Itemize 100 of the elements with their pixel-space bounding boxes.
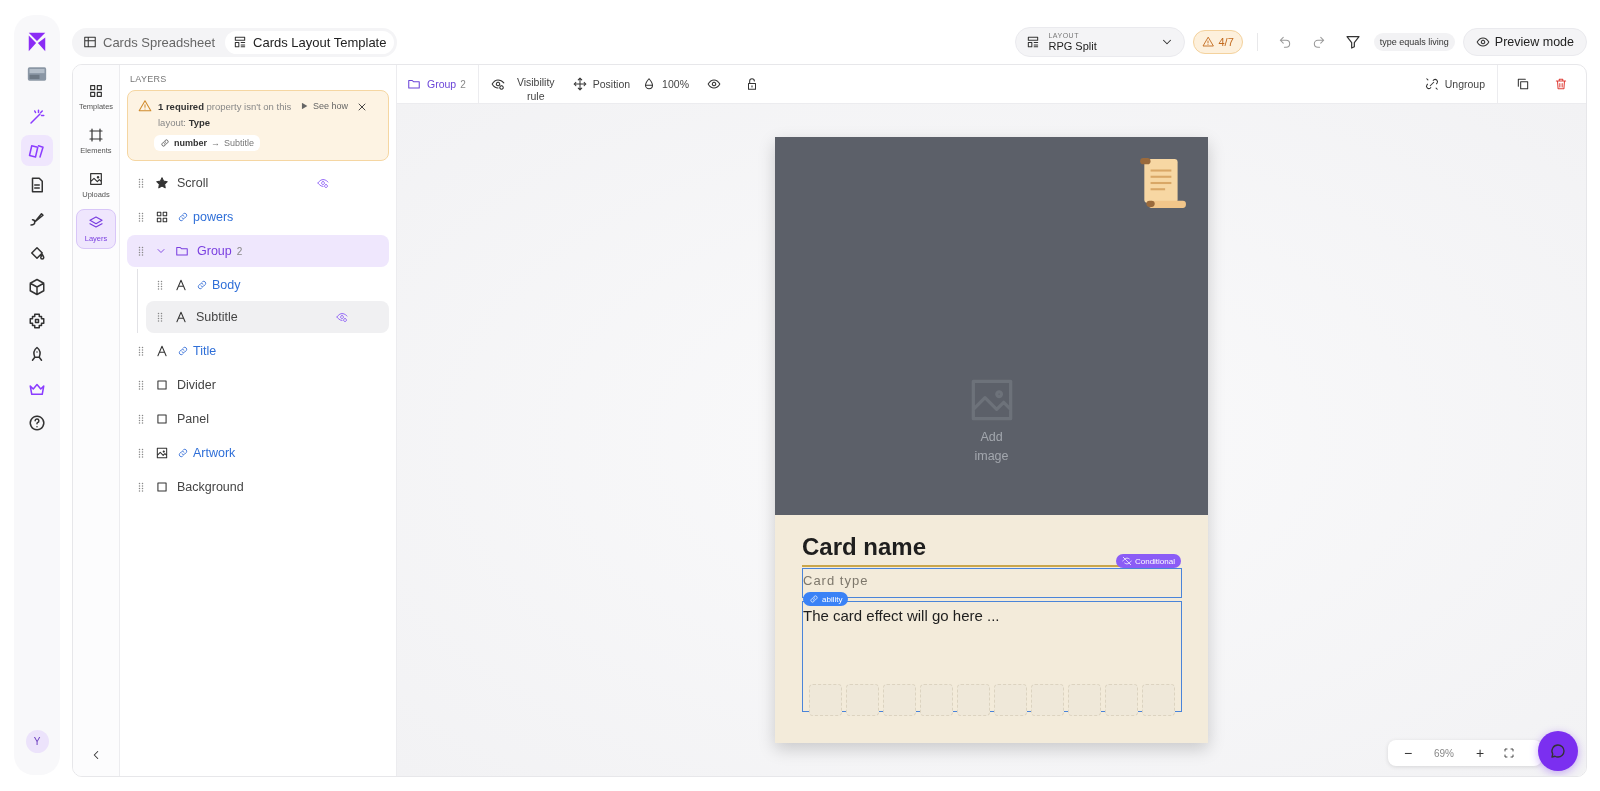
empty-slot <box>883 684 916 716</box>
layer-name: Subtitle <box>196 310 238 324</box>
file-tab[interactable]: Cards Spreadsheet <box>75 30 223 54</box>
layer-name: Title <box>193 344 217 358</box>
folder-icon <box>407 77 421 91</box>
filter-icon <box>1344 34 1361 50</box>
layer-row[interactable]: Artwork <box>127 437 389 469</box>
group-count: 2 <box>460 78 466 90</box>
layer-name: Group <box>197 244 232 258</box>
layer-name: Body <box>212 278 241 292</box>
layer-row[interactable]: Group 2 <box>127 235 389 267</box>
link-icon <box>160 138 170 148</box>
notice-text: 1 required property isn't on this layout: Type <box>158 100 293 130</box>
card-subtitle: Card type <box>803 572 869 590</box>
layer-row[interactable]: Scroll <box>127 167 389 199</box>
field-badge: ability <box>803 592 849 606</box>
user-avatar[interactable]: Y <box>25 730 49 753</box>
layer-name: Scroll <box>177 176 209 190</box>
logo-icon <box>26 31 48 53</box>
image-icon <box>88 171 104 187</box>
empty-slot <box>1031 684 1064 716</box>
zoom-out-button[interactable]: − <box>1396 745 1420 761</box>
mapping-source: number <box>174 138 207 148</box>
ungroup-button[interactable]: Ungroup <box>1424 77 1485 91</box>
square-icon <box>155 378 169 392</box>
card-body-text: The card effect will go here ... <box>803 607 1001 624</box>
layer-count: 2 <box>236 245 243 257</box>
eye-off-icon <box>1121 556 1132 566</box>
layer-row[interactable]: Divider <box>127 369 389 401</box>
layer-row[interactable]: Subtitle <box>146 301 389 333</box>
layer-row[interactable]: Background <box>127 471 389 503</box>
image-icon <box>155 446 169 460</box>
empty-slot <box>1068 684 1101 716</box>
table-icon <box>83 35 97 49</box>
link-icon <box>177 447 189 459</box>
layer-row[interactable]: Title <box>127 335 389 367</box>
layout-icon <box>1026 35 1041 49</box>
eye-badge-icon <box>490 77 505 91</box>
empty-slot <box>846 684 879 716</box>
grid-icon <box>88 83 104 99</box>
layer-row[interactable]: Panel <box>127 403 389 435</box>
play-icon <box>299 101 309 111</box>
chat-button[interactable] <box>1538 731 1578 771</box>
warning-icon <box>1202 36 1215 48</box>
text-icon <box>174 278 188 292</box>
folder-icon <box>175 244 189 258</box>
mapping-target: Subtitle <box>224 138 255 148</box>
square-icon <box>155 412 169 426</box>
redo-icon <box>1311 35 1326 49</box>
position-button[interactable]: Position <box>572 77 631 91</box>
eye-badge-icon <box>317 177 329 189</box>
filter-chip[interactable]: type equals living <box>1373 33 1455 51</box>
opacity-button[interactable]: 100% <box>642 77 689 91</box>
empty-slot <box>1142 684 1175 716</box>
eye-badge-icon <box>336 311 348 323</box>
frame-icon <box>88 127 104 143</box>
text-icon <box>174 310 188 324</box>
panel-title: LAYERS <box>130 74 168 84</box>
square-icon <box>155 480 169 494</box>
layer-name: Artwork <box>193 446 236 460</box>
warning-icon <box>138 99 152 113</box>
link-icon <box>809 594 819 604</box>
zoom-in-button[interactable]: + <box>1468 745 1492 761</box>
eye-icon <box>1475 35 1490 49</box>
empty-slot <box>1105 684 1138 716</box>
fit-icon <box>1503 747 1515 759</box>
card-title: Card name <box>802 533 928 561</box>
layer-name: Panel <box>177 412 209 426</box>
conditional-badge: Conditional <box>1115 554 1181 568</box>
empty-slot <box>920 684 953 716</box>
warning-count-button[interactable]: 4/7 <box>1193 30 1243 54</box>
visibility-rule-button[interactable]: Visibility rule <box>490 65 561 103</box>
link-icon <box>196 279 208 291</box>
layer-name: powers <box>193 210 234 224</box>
group-button[interactable]: Group <box>407 77 457 91</box>
layout-value: RPG Split <box>1048 41 1097 52</box>
layout-icon <box>233 35 247 49</box>
preview-mode-button[interactable]: Preview mode <box>1462 28 1587 56</box>
layer-row[interactable]: powers <box>127 201 389 233</box>
link-icon <box>177 345 189 357</box>
layer-row[interactable]: Body <box>146 269 389 301</box>
trash-icon <box>1554 77 1568 91</box>
arrow-text: → <box>211 138 220 148</box>
link-icon <box>177 211 189 223</box>
file-tab[interactable]: Cards Layout Template <box>225 30 395 54</box>
empty-slot <box>994 684 1027 716</box>
empty-slot <box>809 684 842 716</box>
text-icon <box>155 344 169 358</box>
copy-icon <box>1516 77 1530 91</box>
star-icon <box>155 176 169 190</box>
unlink-icon <box>1424 77 1439 91</box>
layer-name: Divider <box>177 378 216 392</box>
eye-icon <box>706 77 721 91</box>
layer-name: Background <box>177 480 244 494</box>
move-icon <box>572 77 587 91</box>
see-how-button[interactable]: See how <box>299 101 349 111</box>
grid-icon <box>155 210 169 224</box>
zoom-level: 69% <box>1433 747 1455 759</box>
empty-slot <box>957 684 990 716</box>
undo-icon <box>1277 35 1292 49</box>
